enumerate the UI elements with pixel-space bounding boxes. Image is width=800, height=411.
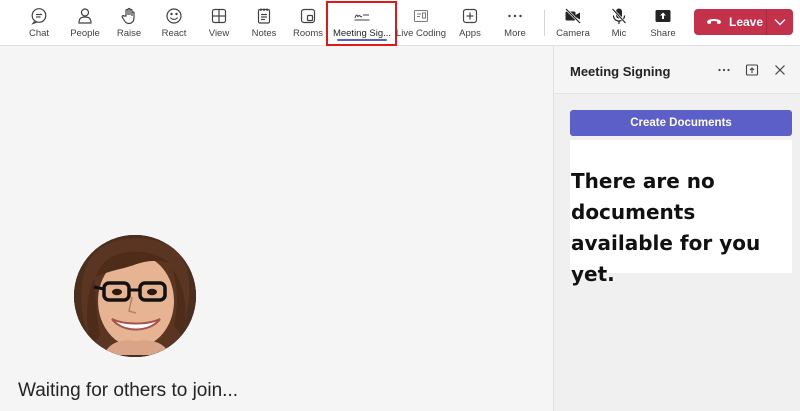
toolbar-mic-button[interactable]: Mic (597, 0, 641, 46)
meeting-signing-icon (353, 7, 371, 25)
empty-state-card: There are no documents available for you… (570, 140, 792, 286)
toolbar-view-label: View (208, 28, 230, 39)
more-options-icon[interactable] (716, 62, 732, 78)
toolbar-rooms-button[interactable]: Rooms (286, 0, 330, 46)
pop-out-icon[interactable] (744, 62, 760, 78)
toolbar-meeting-signing-label: Meeting Sig... (332, 28, 392, 39)
toolbar-notes-button[interactable]: Notes (242, 0, 286, 46)
toolbar-meeting-signing-button[interactable]: Meeting Sig... (329, 0, 395, 46)
toolbar-notes-label: Notes (251, 28, 277, 39)
toolbar-share-label: Share (650, 28, 676, 39)
notes-icon (255, 7, 273, 25)
toolbar-live-coding-label: Live Coding (395, 28, 447, 39)
participant-avatar (74, 235, 196, 357)
toolbar-people-button[interactable]: People (63, 0, 107, 46)
toolbar-chat-label: Chat (28, 28, 50, 39)
meeting-stage: Waiting for others to join... (0, 46, 553, 411)
toolbar-mic-label: Mic (611, 28, 627, 39)
toolbar-raise-button[interactable]: Raise (107, 0, 151, 46)
close-icon[interactable] (772, 62, 788, 78)
apps-icon (461, 7, 479, 25)
rooms-icon (299, 7, 317, 25)
phone-hangup-icon (706, 13, 722, 31)
meeting-signing-panel: Meeting Signing Create Documents There a… (553, 46, 800, 411)
toolbar-apps-label: Apps (459, 28, 481, 39)
toolbar-people-label: People (70, 28, 100, 39)
toolbar-camera-label: Camera (556, 28, 590, 39)
leave-button[interactable]: Leave (694, 9, 766, 35)
toolbar-rooms-label: Rooms (292, 28, 324, 39)
toolbar-apps-button[interactable]: Apps (448, 0, 492, 46)
share-icon (654, 7, 672, 25)
toolbar-chat-button[interactable]: Chat (17, 0, 61, 46)
toolbar-divider (544, 10, 545, 36)
toolbar-react-label: React (161, 28, 187, 39)
toolbar-share-button[interactable]: Share (641, 0, 685, 46)
toolbar-raise-label: Raise (116, 28, 142, 39)
leave-label: Leave (729, 15, 764, 29)
toolbar-view-button[interactable]: View (197, 0, 241, 46)
active-tab-indicator (337, 39, 387, 41)
meeting-toolbar: Chat People Raise React View Notes Rooms… (0, 0, 800, 46)
raise-hand-icon (120, 7, 138, 25)
leave-button-group: Leave (694, 9, 793, 35)
empty-state-message: There are no documents available for you… (571, 169, 761, 286)
chevron-down-icon (774, 13, 786, 31)
toolbar-react-button[interactable]: React (152, 0, 196, 46)
toolbar-more-button[interactable]: More (493, 0, 537, 46)
panel-title: Meeting Signing (570, 64, 671, 79)
toolbar-camera-button[interactable]: Camera (551, 0, 595, 46)
react-icon (165, 7, 183, 25)
view-icon (210, 7, 228, 25)
toolbar-live-coding-button[interactable]: Live Coding (395, 0, 447, 46)
people-icon (76, 7, 94, 25)
mic-off-icon (610, 7, 628, 25)
chat-icon (30, 7, 48, 25)
toolbar-more-label: More (504, 28, 526, 39)
camera-off-icon (564, 7, 582, 25)
leave-options-button[interactable] (767, 9, 793, 35)
more-icon (506, 7, 524, 25)
panel-header: Meeting Signing (554, 46, 800, 94)
waiting-message: Waiting for others to join... (18, 380, 239, 401)
create-documents-button[interactable]: Create Documents (570, 110, 792, 136)
live-coding-icon (412, 7, 430, 25)
